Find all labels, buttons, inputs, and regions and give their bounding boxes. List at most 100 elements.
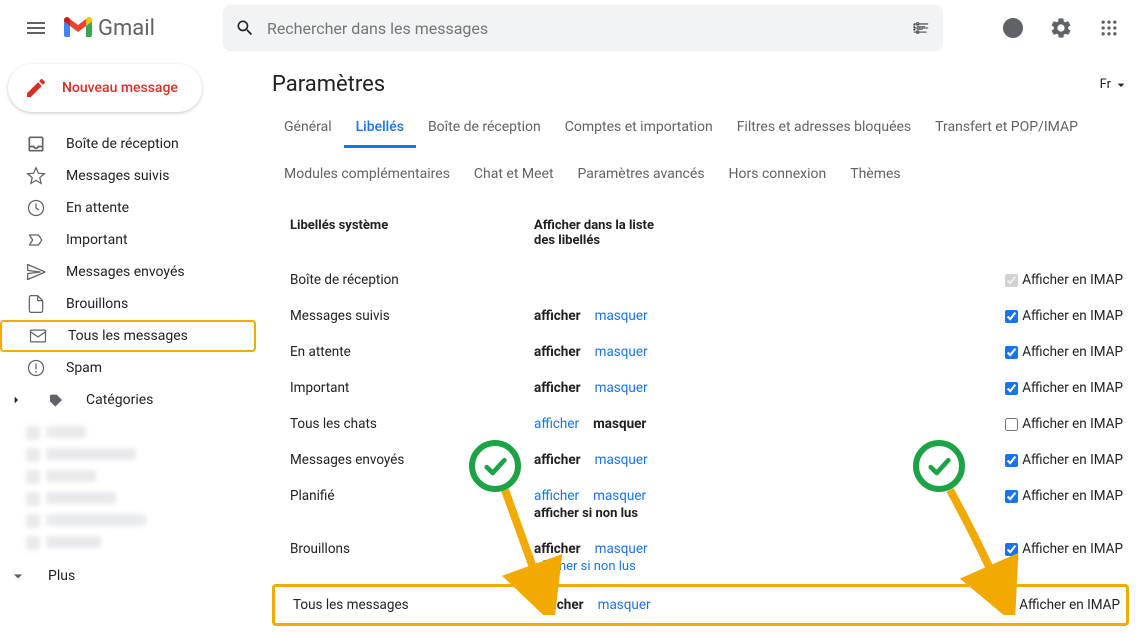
sidebar-item-label: En attente bbox=[66, 200, 129, 216]
star-icon bbox=[26, 166, 46, 186]
help-icon bbox=[1001, 16, 1025, 40]
label-row: Tous les chatsafficher masquer Afficher en… bbox=[272, 406, 1129, 442]
hide-link[interactable]: masquer bbox=[598, 597, 651, 613]
compose-button[interactable]: Nouveau message bbox=[8, 64, 202, 112]
chevron-down-icon bbox=[1113, 77, 1129, 93]
page-title: Paramètres bbox=[272, 72, 385, 97]
hide-link[interactable]: masquer bbox=[595, 541, 648, 557]
support-button[interactable] bbox=[993, 8, 1033, 48]
show-link[interactable]: afficher bbox=[534, 452, 581, 468]
gmail-m-icon bbox=[64, 17, 92, 39]
sidebar-item-mail[interactable]: Tous les messages bbox=[0, 320, 256, 352]
sidebar-item-label: Spam bbox=[66, 360, 102, 376]
imap-label: Afficher en IMAP bbox=[1022, 380, 1123, 396]
main-menu-button[interactable] bbox=[16, 8, 56, 48]
sidebar-item-spam[interactable]: Spam bbox=[0, 352, 256, 384]
show-if-unread[interactable]: afficher si non lus bbox=[534, 559, 974, 574]
label-name: En attente bbox=[290, 344, 534, 360]
language-menu[interactable]: Fr bbox=[1100, 77, 1129, 93]
sidebar: Nouveau message Boîte de réception Messag… bbox=[0, 56, 256, 634]
spam-icon bbox=[26, 358, 46, 378]
search-options-icon[interactable] bbox=[911, 18, 931, 38]
label-row: En attenteaffichermasquerAfficher en IMA… bbox=[272, 334, 1129, 370]
custom-labels-blurred bbox=[26, 426, 256, 550]
tab-chat-et-meet[interactable]: Chat et Meet bbox=[462, 156, 566, 192]
tab-comptes-et-importation[interactable]: Comptes et importation bbox=[553, 109, 725, 148]
tab-g-n-ral[interactable]: Général bbox=[272, 109, 344, 148]
label-row: Messages envoyésaffichermasquerAfficher … bbox=[272, 442, 1129, 478]
hide-link[interactable]: masquer bbox=[593, 488, 646, 504]
settings-button[interactable] bbox=[1041, 8, 1081, 48]
sidebar-item-clock[interactable]: En attente bbox=[0, 192, 256, 224]
sidebar-item-inbox[interactable]: Boîte de réception bbox=[0, 128, 256, 160]
col-header-name: Libellés système bbox=[290, 218, 534, 248]
hide-link[interactable]: masquer bbox=[595, 452, 648, 468]
imap-checkbox[interactable] bbox=[1005, 454, 1018, 467]
sidebar-item-important[interactable]: Important bbox=[0, 224, 256, 256]
pencil-icon bbox=[24, 76, 48, 100]
search-bar[interactable] bbox=[223, 5, 943, 51]
annotation-arrow-1 bbox=[495, 485, 565, 615]
imap-label: Afficher en IMAP bbox=[1022, 541, 1123, 557]
imap-label: Afficher en IMAP bbox=[1022, 416, 1123, 432]
tab-transfert-et-pop-imap[interactable]: Transfert et POP/IMAP bbox=[923, 109, 1090, 148]
hide-link[interactable]: masquer bbox=[595, 344, 648, 360]
sidebar-item-label: Messages suivis bbox=[66, 168, 169, 184]
show-link[interactable]: afficher bbox=[534, 344, 581, 360]
show-if-unread[interactable]: afficher si non lus bbox=[534, 506, 974, 521]
mail-icon bbox=[28, 326, 48, 346]
apps-button[interactable] bbox=[1089, 8, 1129, 48]
tab-param-tres-avanc-s[interactable]: Paramètres avancés bbox=[566, 156, 717, 192]
hide-link[interactable]: masquer bbox=[595, 380, 648, 396]
more-toggle[interactable]: Plus bbox=[0, 560, 256, 592]
show-link[interactable]: afficher bbox=[534, 416, 579, 432]
label-name: Important bbox=[290, 380, 534, 396]
sidebar-item-send[interactable]: Messages envoyés bbox=[0, 256, 256, 288]
annotation-check-1 bbox=[469, 440, 521, 492]
inbox-icon bbox=[26, 134, 46, 154]
label-name: Tous les chats bbox=[290, 416, 534, 432]
show-link[interactable]: afficher bbox=[534, 380, 581, 396]
sidebar-item-label: Brouillons bbox=[66, 296, 128, 312]
tab-filtres-et-adresses-bloqu-es[interactable]: Filtres et adresses bloquées bbox=[725, 109, 923, 148]
sidebar-item-star[interactable]: Messages suivis bbox=[0, 160, 256, 192]
label-name: Messages suivis bbox=[290, 308, 534, 324]
show-link[interactable]: afficher bbox=[534, 308, 581, 324]
search-input[interactable] bbox=[267, 19, 899, 38]
hide-link[interactable]: masquer bbox=[595, 308, 648, 324]
tab-hors-connexion[interactable]: Hors connexion bbox=[717, 156, 839, 192]
sidebar-item-label: Catégories bbox=[86, 392, 153, 408]
tab-th-mes[interactable]: Thèmes bbox=[838, 156, 912, 192]
imap-checkbox[interactable] bbox=[1005, 418, 1018, 431]
tab-modules-compl-mentaires[interactable]: Modules complémentaires bbox=[272, 156, 462, 192]
sidebar-item-label: Messages envoyés bbox=[66, 264, 185, 280]
gear-icon bbox=[1049, 16, 1073, 40]
sidebar-item-label: Tous les messages bbox=[68, 328, 188, 344]
sidebar-item-label: Boîte de réception bbox=[66, 136, 179, 152]
apps-grid-icon bbox=[1099, 18, 1119, 38]
gmail-logo[interactable]: Gmail bbox=[64, 16, 155, 41]
lang-code: Fr bbox=[1100, 77, 1111, 92]
search-icon bbox=[235, 18, 255, 38]
brand-text: Gmail bbox=[98, 16, 155, 41]
label-name: Boîte de réception bbox=[290, 272, 534, 288]
hide-link[interactable]: masquer bbox=[593, 416, 646, 432]
imap-checkbox[interactable] bbox=[1005, 310, 1018, 323]
tab-bo-te-de-r-ception[interactable]: Boîte de réception bbox=[416, 109, 553, 148]
imap-checkbox[interactable] bbox=[1005, 382, 1018, 395]
chevron-down-icon bbox=[8, 566, 28, 586]
imap-label: Afficher en IMAP bbox=[1022, 308, 1123, 324]
tab-libell-s[interactable]: Libellés bbox=[344, 109, 416, 148]
annotation-check-2 bbox=[913, 440, 965, 492]
imap-label: Afficher en IMAP bbox=[1022, 488, 1123, 504]
imap-label: Afficher en IMAP bbox=[1019, 597, 1120, 613]
sidebar-item-draft[interactable]: Brouillons bbox=[0, 288, 256, 320]
tag-icon bbox=[46, 390, 66, 410]
imap-checkbox[interactable] bbox=[1005, 274, 1018, 287]
imap-checkbox[interactable] bbox=[1005, 346, 1018, 359]
sidebar-item-tag[interactable]: Catégories bbox=[0, 384, 256, 416]
imap-label: Afficher en IMAP bbox=[1022, 272, 1123, 288]
label-row: Importantafficher masquer Afficher en IMAP bbox=[272, 370, 1129, 406]
clock-icon bbox=[26, 198, 46, 218]
hamburger-icon bbox=[24, 16, 48, 40]
